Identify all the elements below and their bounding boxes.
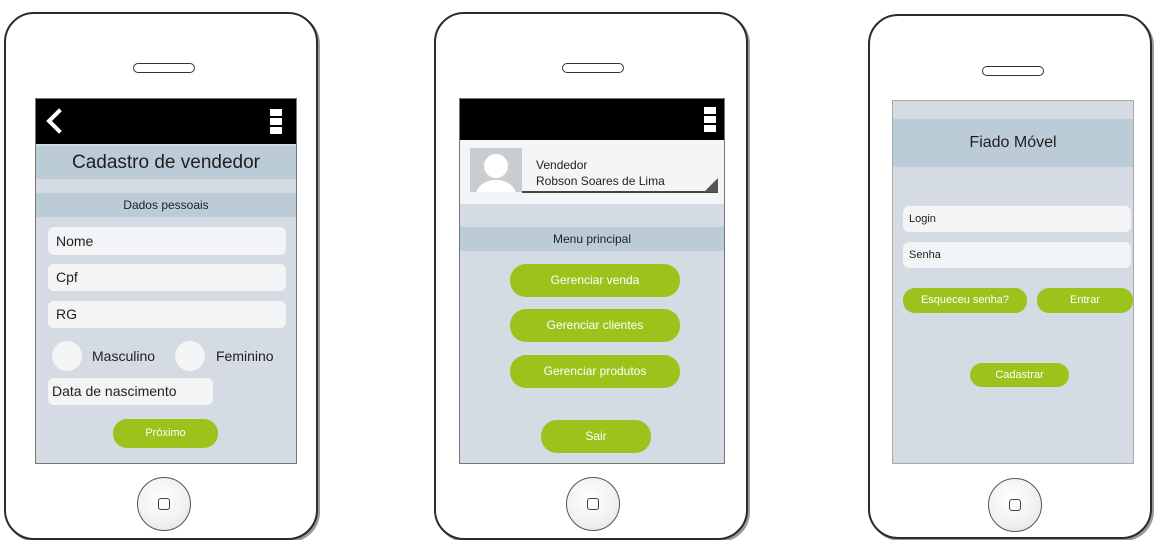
- manage-products-button[interactable]: Gerenciar produtos: [510, 355, 680, 388]
- menu-screen: Vendedor Robson Soares de Lima Menu prin…: [459, 98, 725, 464]
- female-radio[interactable]: [175, 341, 205, 371]
- register-button[interactable]: Cadastrar: [970, 363, 1069, 387]
- home-button[interactable]: [137, 477, 191, 531]
- menu-icon[interactable]: [704, 107, 716, 134]
- speaker-grille: [562, 63, 624, 73]
- logout-button[interactable]: Sair: [541, 420, 651, 453]
- menu-header: Menu principal: [460, 227, 724, 251]
- home-square-icon: [158, 498, 170, 510]
- top-bar: [460, 99, 724, 140]
- manage-sales-button[interactable]: Gerenciar venda: [510, 264, 680, 297]
- menu-icon[interactable]: [270, 109, 282, 136]
- back-arrow-icon[interactable]: [46, 108, 72, 134]
- home-square-icon: [1009, 499, 1021, 511]
- avatar-body-icon: [476, 180, 516, 192]
- top-bar: [36, 99, 296, 144]
- rg-field[interactable]: RG: [48, 301, 286, 328]
- forgot-password-button[interactable]: Esqueceu senha?: [903, 288, 1027, 313]
- phone-frame-signup: Cadastro de vendedor Dados pessoais Nome…: [4, 12, 318, 540]
- speaker-grille: [133, 63, 195, 73]
- section-header: Dados pessoais: [36, 193, 296, 217]
- login-screen: Fiado Móvel Login Senha Esqueceu senha? …: [892, 100, 1134, 464]
- male-radio[interactable]: [52, 341, 82, 371]
- avatar-head-icon: [484, 154, 508, 178]
- home-button[interactable]: [988, 478, 1042, 532]
- speaker-grille: [982, 66, 1044, 76]
- home-button[interactable]: [566, 477, 620, 531]
- home-square-icon: [587, 498, 599, 510]
- manage-clients-button[interactable]: Gerenciar clientes: [510, 309, 680, 342]
- dropdown-corner-icon: [704, 178, 718, 192]
- birthdate-field[interactable]: Data de nascimento: [48, 378, 213, 405]
- password-field[interactable]: Senha: [903, 242, 1131, 268]
- profile-name: Robson Soares de Lima: [536, 174, 665, 188]
- female-label: Feminino: [216, 348, 274, 364]
- page-title: Cadastro de vendedor: [36, 146, 296, 179]
- phone-frame-menu: Vendedor Robson Soares de Lima Menu prin…: [434, 12, 748, 540]
- app-title: Fiado Móvel: [893, 119, 1133, 167]
- male-label: Masculino: [92, 348, 156, 364]
- signup-screen: Cadastro de vendedor Dados pessoais Nome…: [35, 98, 297, 464]
- enter-button[interactable]: Entrar: [1037, 288, 1133, 313]
- profile-card[interactable]: Vendedor Robson Soares de Lima: [460, 140, 724, 204]
- next-button[interactable]: Próximo: [113, 419, 218, 448]
- profile-underline: [522, 191, 718, 193]
- phone-frame-login: Fiado Móvel Login Senha Esqueceu senha? …: [868, 14, 1152, 539]
- login-field[interactable]: Login: [903, 206, 1131, 232]
- profile-role: Vendedor: [536, 158, 588, 172]
- name-field[interactable]: Nome: [48, 227, 286, 255]
- cpf-field[interactable]: Cpf: [48, 264, 286, 291]
- avatar: [470, 148, 522, 192]
